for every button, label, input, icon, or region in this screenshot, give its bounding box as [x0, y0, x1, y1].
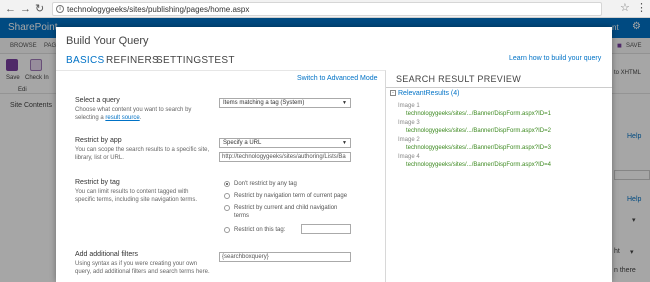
result-url[interactable]: technologygeeks/sites/.../Banner/DispFor… [406, 162, 551, 168]
result-group-header[interactable]: - RelevantResults (4) [390, 90, 459, 97]
restrict-app-title: Restrict by app [75, 137, 122, 144]
query-settings-panel: Switch to Advanced Mode Select a query C… [56, 70, 386, 282]
reload-icon[interactable]: ↻ [35, 2, 44, 16]
learn-query-link[interactable]: Learn how to build your query [509, 55, 601, 62]
app-scope-value: Specify a URL [223, 140, 262, 146]
search-result-preview: SEARCH RESULT PREVIEW - RelevantResults (… [386, 70, 612, 282]
query-select-value: Items matching a tag (System) [223, 100, 305, 106]
url-text: technologygeeks/sites/publishing/pages/h… [67, 5, 250, 14]
tab-test[interactable]: TEST [208, 55, 235, 66]
radio-button[interactable] [224, 193, 230, 199]
chevron-down-icon: ▼ [342, 140, 347, 146]
result-url[interactable]: technologygeeks/sites/.../Banner/DispFor… [406, 128, 551, 134]
dialog-title: Build Your Query [66, 35, 149, 47]
result-title: Image 4 [398, 154, 420, 160]
radio-label: Restrict by current and child navigation… [234, 205, 338, 219]
result-title: Image 2 [398, 137, 420, 143]
bookmark-star-icon[interactable]: ☆ [620, 1, 630, 14]
result-url[interactable]: technologygeeks/sites/.../Banner/DispFor… [406, 111, 551, 117]
query-select[interactable]: Items matching a tag (System) ▼ [219, 98, 351, 108]
radio-button[interactable] [224, 227, 230, 233]
browser-menu-icon[interactable]: ⋮ [636, 1, 647, 14]
tag-input[interactable] [301, 224, 351, 234]
select-query-desc: Choose what content you want to search b… [75, 106, 205, 122]
radio-label: Restrict on this tag: [234, 227, 286, 233]
result-group-label: RelevantResults (4) [398, 90, 460, 97]
result-title: Image 3 [398, 120, 420, 126]
arrow-right-icon[interactable]: → [20, 2, 31, 16]
preview-title: SEARCH RESULT PREVIEW [396, 74, 521, 84]
tab-basics[interactable]: BASICS [66, 55, 104, 66]
radio-label: Restrict by navigation term of current p… [234, 193, 348, 199]
radio-label: Don't restrict by any tag [234, 181, 297, 187]
url-field[interactable]: i technologygeeks/sites/publishing/pages… [52, 2, 602, 16]
radio-button[interactable] [224, 205, 230, 211]
app-scope-select[interactable]: Specify a URL ▼ [219, 138, 351, 148]
tab-refiners[interactable]: REFINERS [106, 55, 159, 66]
filters-title: Add additional filters [75, 251, 139, 258]
preview-divider [386, 87, 612, 88]
radio-child-nav-terms[interactable]: Restrict by current and child navigation… [224, 204, 354, 222]
collapse-icon[interactable]: - [390, 90, 396, 97]
restrict-tag-desc: You can limit results to content tagged … [75, 189, 198, 203]
radio-button[interactable] [224, 181, 230, 187]
select-query-desc-end: . [139, 115, 142, 121]
result-url[interactable]: technologygeeks/sites/.../Banner/DispFor… [406, 145, 551, 151]
scope-url-input[interactable]: http://technologygeeks/sites/authoring/L… [219, 152, 351, 162]
select-query-title: Select a query [75, 97, 120, 104]
tab-settings[interactable]: SETTINGS [156, 55, 208, 66]
advanced-mode-link[interactable]: Switch to Advanced Mode [297, 75, 378, 82]
browser-address-bar: ← → ↻ i technologygeeks/sites/publishing… [0, 0, 650, 18]
result-title: Image 1 [398, 103, 420, 109]
restrict-app-desc: You can scope the search results to a sp… [75, 147, 210, 161]
restrict-tag-title: Restrict by tag [75, 179, 120, 186]
info-icon[interactable]: i [56, 5, 64, 13]
chevron-down-icon: ▼ [342, 100, 347, 106]
result-source-link[interactable]: result source [105, 115, 139, 121]
filters-input[interactable]: {searchboxquery} [219, 252, 351, 262]
arrow-left-icon[interactable]: ← [5, 2, 16, 16]
filters-desc: Using syntax as if you were creating you… [75, 261, 210, 275]
build-query-dialog: Build Your Query BASICS REFINERS SETTING… [56, 27, 612, 282]
